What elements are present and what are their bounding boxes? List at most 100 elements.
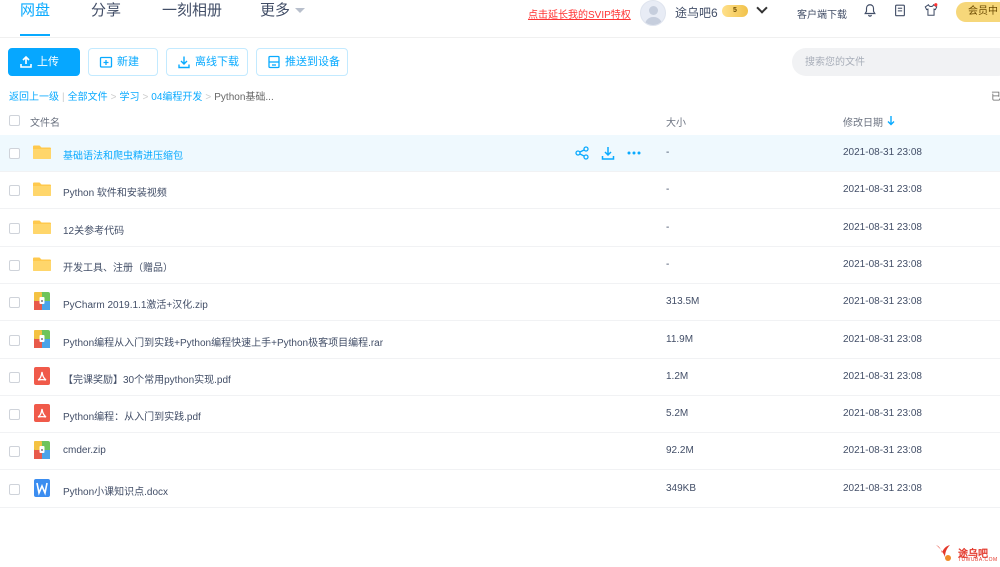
share-icon[interactable] bbox=[575, 146, 589, 160]
file-size: - bbox=[666, 221, 670, 233]
file-date: 2021-08-31 23:08 bbox=[843, 221, 922, 233]
file-date: 2021-08-31 23:08 bbox=[843, 258, 922, 270]
file-size: - bbox=[666, 258, 670, 270]
member-center-button[interactable]: 会员中 bbox=[956, 2, 1000, 22]
breadcrumb-item-all-files[interactable]: 全部文件 bbox=[68, 92, 108, 103]
row-checkbox[interactable] bbox=[9, 148, 20, 159]
file-name[interactable]: Python 软件和安装视频 bbox=[63, 184, 167, 199]
file-size: - bbox=[666, 184, 670, 196]
row-checkbox[interactable] bbox=[9, 483, 20, 495]
folder-icon bbox=[33, 220, 51, 234]
table-row[interactable]: Python编程从入门到实践+Python编程快速上手+Python极客项目编程… bbox=[0, 322, 1000, 359]
sort-down-arrow-icon[interactable] bbox=[887, 116, 895, 126]
column-name-header[interactable]: 文件名 bbox=[30, 114, 60, 129]
row-checkbox[interactable] bbox=[9, 297, 20, 309]
file-size: 1.2M bbox=[666, 370, 689, 382]
file-size: 349KB bbox=[666, 482, 697, 494]
zip-archive-icon bbox=[34, 292, 50, 311]
clipboard-icon[interactable] bbox=[893, 3, 907, 17]
watermark-subtext: TUWUBA.COM bbox=[958, 557, 998, 563]
table-row[interactable]: Python 软件和安装视频 - 2021-08-31 23:08 bbox=[0, 172, 1000, 210]
file-size: 313.5M bbox=[666, 296, 700, 308]
file-date: 2021-08-31 23:08 bbox=[843, 296, 922, 308]
file-name[interactable]: cmder.zip bbox=[63, 445, 106, 456]
loaded-status-text: 已 bbox=[991, 92, 1000, 103]
zip-archive-icon bbox=[34, 441, 50, 460]
breadcrumb-item-programming[interactable]: 04编程开发 bbox=[151, 92, 202, 103]
tab-album[interactable]: 一刻相册 bbox=[162, 2, 222, 32]
search-input[interactable] bbox=[792, 48, 1000, 76]
download-icon[interactable] bbox=[601, 146, 615, 160]
breadcrumb-item-current: Python基础... bbox=[214, 92, 274, 103]
table-row[interactable]: PyCharm 2019.1.1激活+汉化.zip 313.5M 2021-08-3… bbox=[0, 284, 1000, 322]
file-name[interactable]: Python编程：从入门到实践.pdf bbox=[63, 408, 201, 423]
file-name[interactable]: Python小课知识点.docx bbox=[63, 483, 168, 498]
file-date: 2021-08-31 23:08 bbox=[843, 147, 922, 158]
username[interactable]: 途乌吧6 bbox=[675, 4, 718, 21]
upload-icon bbox=[20, 55, 32, 68]
table-row[interactable]: Python编程：从入门到实践.pdf 5.2M 2021-08-31 23:08 bbox=[0, 396, 1000, 434]
file-name[interactable]: Python编程从入门到实践+Python编程快速上手+Python极客项目编程… bbox=[63, 334, 383, 349]
breadcrumb-separator: > bbox=[205, 92, 212, 103]
chevron-down-icon[interactable] bbox=[756, 2, 768, 14]
new-folder-button[interactable]: 新建 bbox=[88, 48, 158, 76]
push-to-device-button[interactable]: 推送到设备 bbox=[256, 48, 348, 76]
breadcrumb: 返回上一级 | 全部文件 > 学习 >04编程开发 > Python基础... bbox=[9, 88, 274, 103]
row-checkbox[interactable] bbox=[9, 185, 20, 197]
vip-badge: 5 bbox=[722, 5, 748, 17]
upload-button[interactable]: 上传 bbox=[8, 48, 80, 76]
file-name[interactable]: 基础语法和爬虫精进压缩包 bbox=[63, 147, 183, 162]
row-checkbox[interactable] bbox=[9, 334, 20, 346]
device-icon bbox=[268, 55, 280, 69]
file-date: 2021-08-31 23:08 bbox=[843, 333, 922, 345]
file-date: 2021-08-31 23:08 bbox=[843, 370, 922, 382]
word-doc-icon bbox=[34, 478, 50, 497]
folder-icon bbox=[33, 145, 51, 159]
tab-share[interactable]: 分享 bbox=[91, 2, 121, 32]
file-name[interactable]: 12关参考代码 bbox=[63, 222, 124, 237]
select-all-checkbox[interactable] bbox=[9, 115, 20, 126]
file-size: 92.2M bbox=[666, 445, 694, 457]
file-date: 2021-08-31 23:08 bbox=[843, 408, 922, 420]
file-name[interactable]: 开发工具、注册（赠品） bbox=[63, 259, 173, 274]
svip-renew-link[interactable]: 点击延长我的SVIP特权 bbox=[528, 6, 631, 21]
row-checkbox[interactable] bbox=[9, 409, 20, 421]
new-label: 新建 bbox=[117, 56, 139, 68]
table-row[interactable]: 【完课奖励】30个常用python实现.pdf 1.2M 2021-08-31 23… bbox=[0, 359, 1000, 396]
caret-down-icon[interactable] bbox=[295, 8, 305, 13]
file-name[interactable]: 【完课奖励】30个常用python实现.pdf bbox=[63, 371, 231, 386]
table-row[interactable]: 12关参考代码 - 2021-08-31 23:08 bbox=[0, 210, 1000, 247]
upload-label: 上传 bbox=[37, 56, 59, 68]
zip-archive-icon bbox=[34, 329, 50, 348]
breadcrumb-separator: > bbox=[110, 92, 117, 103]
row-checkbox[interactable] bbox=[9, 371, 20, 383]
file-name[interactable]: PyCharm 2019.1.1激活+汉化.zip bbox=[63, 296, 208, 311]
column-size-header[interactable]: 大小 bbox=[666, 114, 686, 129]
table-row[interactable]: Python小课知识点.docx 349KB 2021-08-31 23:08 bbox=[0, 471, 1000, 508]
folder-icon bbox=[33, 257, 51, 271]
breadcrumb-separator: > bbox=[142, 92, 149, 103]
file-size: - bbox=[666, 147, 670, 158]
row-checkbox[interactable] bbox=[9, 259, 20, 271]
pdf-file-icon bbox=[34, 366, 50, 385]
client-download-link[interactable]: 客户端下载 bbox=[797, 6, 847, 21]
row-checkbox[interactable] bbox=[9, 446, 20, 458]
bell-icon[interactable] bbox=[863, 3, 877, 17]
back-link[interactable]: 返回上一级 bbox=[9, 92, 59, 103]
offline-download-label: 离线下载 bbox=[195, 56, 239, 68]
tab-more[interactable]: 更多 bbox=[260, 2, 290, 32]
breadcrumb-item-study[interactable]: 学习 bbox=[119, 92, 139, 103]
table-row[interactable]: cmder.zip 92.2M 2021-08-31 23:08 bbox=[0, 433, 1000, 471]
new-folder-icon bbox=[99, 56, 113, 68]
table-row[interactable]: 开发工具、注册（赠品） - 2021-08-31 23:08 bbox=[0, 247, 1000, 284]
table-header: 文件名 大小 修改日期 bbox=[0, 108, 1000, 134]
row-checkbox[interactable] bbox=[9, 222, 20, 234]
more-options-icon[interactable] bbox=[627, 146, 641, 160]
table-row[interactable]: 基础语法和爬虫精进压缩包 - 2021-08-31 23:08 bbox=[0, 135, 1000, 172]
avatar[interactable] bbox=[640, 0, 666, 26]
offline-download-button[interactable]: 离线下载 bbox=[166, 48, 248, 76]
shirt-icon[interactable] bbox=[924, 3, 938, 17]
top-nav: 网盘 分享 一刻相册 更多 点击延长我的SVIP特权 途乌吧6 5 客户端下载 … bbox=[0, 0, 1000, 38]
column-modified-header[interactable]: 修改日期 bbox=[843, 114, 883, 129]
tab-netdisk[interactable]: 网盘 bbox=[20, 2, 51, 36]
